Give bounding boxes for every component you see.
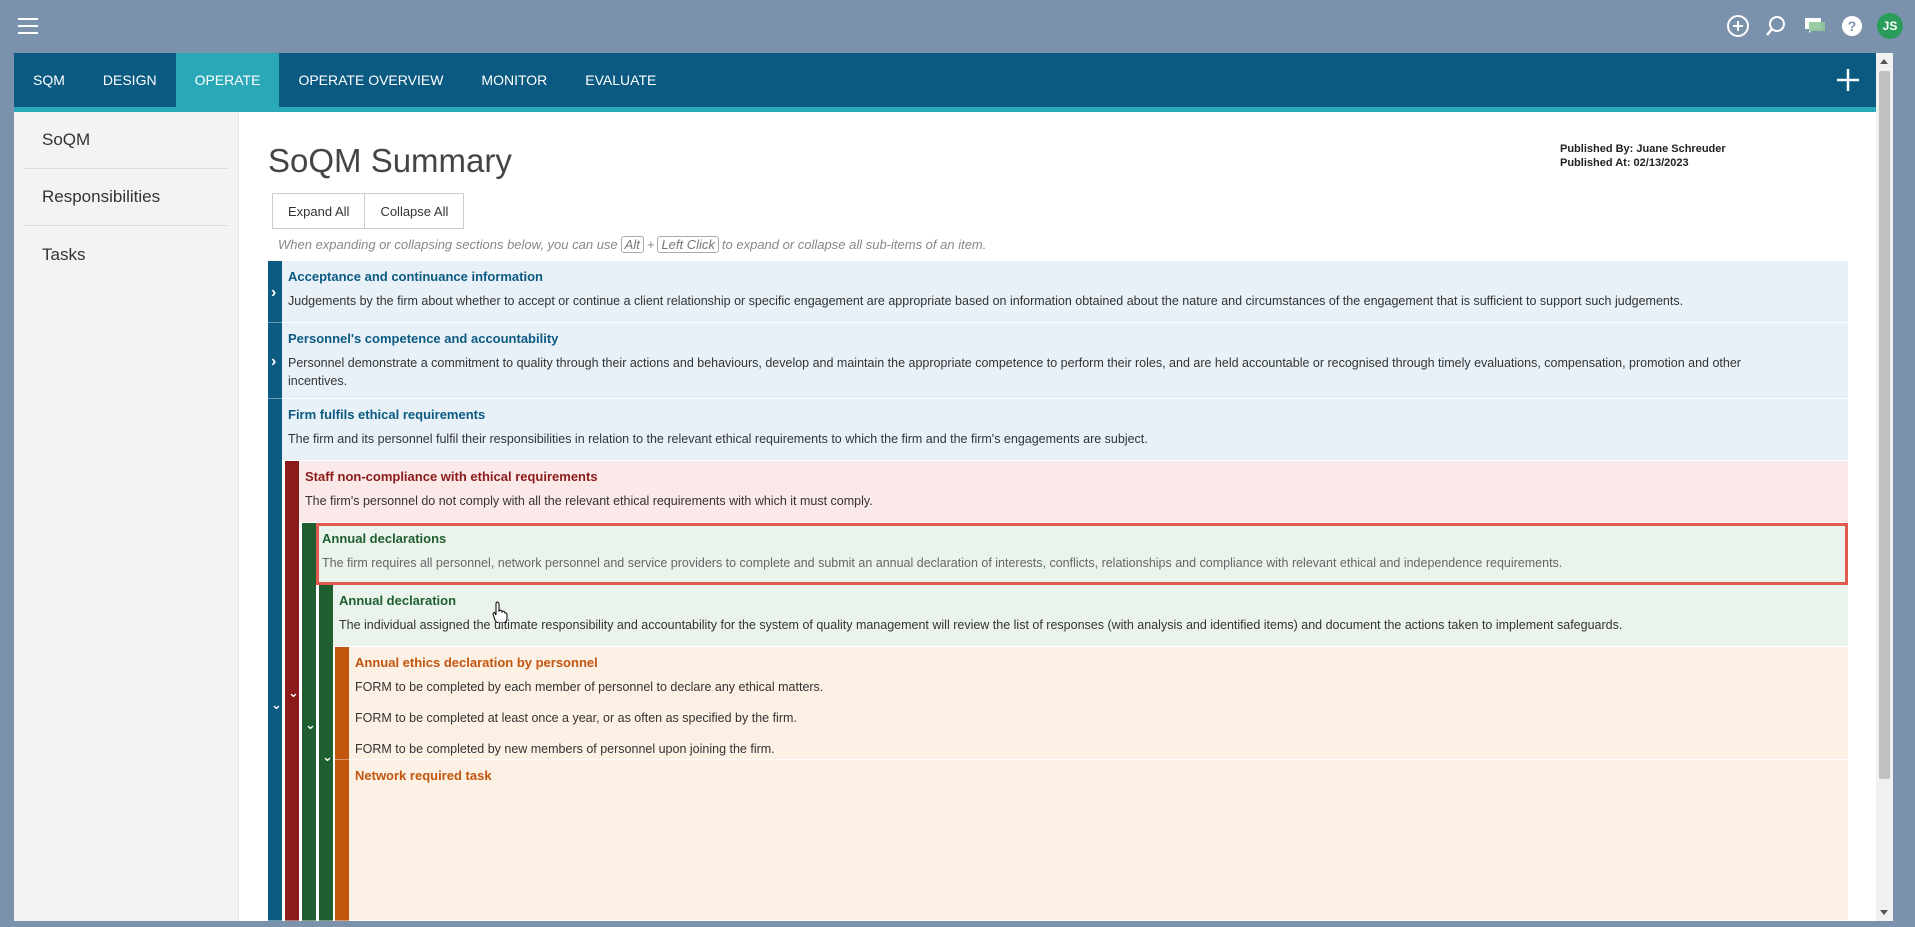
tree-row-title[interactable]: Annual ethics declaration by personnel xyxy=(355,655,598,670)
hint-post: to expand or collapse all sub-items of a… xyxy=(721,237,987,252)
scroll-down-arrow-icon[interactable] xyxy=(1880,910,1888,915)
help-icon[interactable]: ? xyxy=(1839,13,1865,39)
main-nav: SQM DESIGN OPERATE OPERATE OVERVIEW MONITOR E… xyxy=(14,53,1876,107)
tree-level-bar[interactable]: ⌄ xyxy=(268,399,282,921)
collapse-chevron-icon[interactable]: ⌄ xyxy=(322,750,333,763)
tab-operate-overview[interactable]: OPERATE OVERVIEW xyxy=(279,53,462,107)
tree-row-description: Judgements by the firm about whether to … xyxy=(288,294,1684,308)
hint-plus: + xyxy=(646,237,655,252)
tree-row-title[interactable]: Network required task xyxy=(355,768,492,783)
sidebar-item-responsibilities[interactable]: Responsibilities xyxy=(24,169,228,226)
tree-row-annual-ethics-declaration-by-personnel[interactable]: Annual ethics declaration by personnel FO… xyxy=(349,647,1848,760)
tab-evaluate[interactable]: EVALUATE xyxy=(566,53,675,107)
search-icon[interactable] xyxy=(1763,13,1789,39)
tree-level-bar[interactable]: › xyxy=(268,261,282,323)
top-bar: ? JS xyxy=(0,0,1915,53)
tree-row-description: The firm and its personnel fulfil their … xyxy=(288,432,1148,446)
tree-row-personnel-s-competence-and-accountability[interactable]: Personnel's competence and accountabilit… xyxy=(282,323,1848,399)
scroll-up-arrow-icon[interactable] xyxy=(1880,59,1888,64)
collapse-chevron-icon[interactable]: ⌄ xyxy=(305,718,316,731)
tree-row-description: The firm requires all personnel, network… xyxy=(322,556,1563,570)
chat-icon[interactable] xyxy=(1801,13,1827,39)
tab-sqm[interactable]: SQM xyxy=(14,53,84,107)
tree-row-description: The individual assigned the ultimate res… xyxy=(339,618,1623,632)
tree-row-acceptance-and-continuance-information[interactable]: Acceptance and continuance information Ju… xyxy=(282,261,1848,323)
hint-key-alt: Alt xyxy=(620,236,644,253)
tree-row-description: FORM to be completed by new members of p… xyxy=(355,742,775,756)
tab-design[interactable]: DESIGN xyxy=(84,53,176,107)
published-at: Published At: 02/13/2023 xyxy=(1560,157,1689,169)
scroll-thumb[interactable] xyxy=(1879,71,1890,779)
tab-operate[interactable]: OPERATE xyxy=(175,53,280,107)
avatar[interactable]: JS xyxy=(1877,13,1903,39)
add-icon[interactable] xyxy=(1834,66,1862,94)
sidebar-item-tasks[interactable]: Tasks xyxy=(24,226,228,283)
tree-row-title[interactable]: Acceptance and continuance information xyxy=(288,269,543,284)
expand-chevron-icon[interactable]: › xyxy=(271,285,276,301)
published-info: Published By: Juane Schreuder Published … xyxy=(1560,142,1726,170)
tree-row-title[interactable]: Annual declaration xyxy=(339,593,456,608)
expand-chevron-icon[interactable]: › xyxy=(271,354,276,370)
collapse-all-button[interactable]: Collapse All xyxy=(365,193,465,229)
main-content: SoQM Summary Published By: Juane Schreud… xyxy=(239,112,1876,921)
hint-pre: When expanding or collapsing sections be… xyxy=(278,237,618,252)
menu-icon[interactable] xyxy=(18,18,38,34)
tree-level-bar[interactable]: ⌄ xyxy=(302,523,316,921)
top-icon-group: ? JS xyxy=(1725,13,1903,39)
sidebar-item-soqm[interactable]: SoQM xyxy=(24,112,228,169)
hint-key-left-click: Left Click xyxy=(657,236,719,253)
tree-row-annual-declaration[interactable]: Annual declaration The individual assigne… xyxy=(333,585,1848,647)
tree-row-description: The firm's personnel do not comply with … xyxy=(305,494,873,508)
svg-text:?: ? xyxy=(1848,18,1857,34)
tree-level-bar[interactable]: › xyxy=(268,323,282,399)
tree-row-staff-non-compliance-with-ethical-requirements[interactable]: Staff non-compliance with ethical requir… xyxy=(299,461,1848,523)
tree-row-description: FORM to be completed by each member of p… xyxy=(355,680,824,694)
tab-monitor[interactable]: MONITOR xyxy=(462,53,566,107)
expand-all-button[interactable]: Expand All xyxy=(272,193,366,229)
tree-row-network-required-task[interactable]: Network required task xyxy=(349,760,1848,921)
tree-row-description: incentives. xyxy=(288,374,348,388)
tree-row-annual-declarations[interactable]: Annual declarations The firm requires all… xyxy=(316,523,1848,585)
collapse-chevron-icon[interactable]: ⌄ xyxy=(288,686,299,699)
tree-row-title[interactable]: Staff non-compliance with ethical requir… xyxy=(305,469,598,484)
hint-text: When expanding or collapsing sections be… xyxy=(278,236,986,253)
soqm-tree: Acceptance and continuance information Ju… xyxy=(268,261,1848,921)
add-circle-icon[interactable] xyxy=(1725,13,1751,39)
nav-tabs: SQM DESIGN OPERATE OPERATE OVERVIEW MONITOR E… xyxy=(14,53,1876,107)
tree-row-description: Personnel demonstrate a commitment to qu… xyxy=(288,356,1741,370)
published-by: Published By: Juane Schreuder xyxy=(1560,143,1726,155)
tree-row-title[interactable]: Personnel's competence and accountabilit… xyxy=(288,331,558,346)
tree-row-title[interactable]: Firm fulfils ethical requirements xyxy=(288,407,485,422)
tree-row-title[interactable]: Annual declarations xyxy=(322,531,446,546)
tree-level-bar[interactable] xyxy=(335,760,349,921)
tree-row-description: FORM to be completed at least once a yea… xyxy=(355,711,797,725)
sidebar: SoQM Responsibilities Tasks xyxy=(14,112,239,921)
collapse-chevron-icon[interactable]: ⌄ xyxy=(271,698,282,711)
page-title: SoQM Summary xyxy=(268,142,512,179)
tree-row-firm-fulfils-ethical-requirements[interactable]: Firm fulfils ethical requirements The fir… xyxy=(282,399,1848,461)
tree-level-bar[interactable]: ⌄ xyxy=(285,461,299,921)
hand-cursor-icon xyxy=(492,601,508,628)
app-frame: SQM DESIGN OPERATE OPERATE OVERVIEW MONITOR E… xyxy=(14,53,1876,921)
tree-level-bar[interactable]: ⌄ xyxy=(319,585,333,921)
expand-collapse-group: Expand All Collapse All xyxy=(272,193,465,229)
page-scrollbar[interactable] xyxy=(1876,53,1893,921)
tree-level-bar[interactable] xyxy=(335,647,349,760)
